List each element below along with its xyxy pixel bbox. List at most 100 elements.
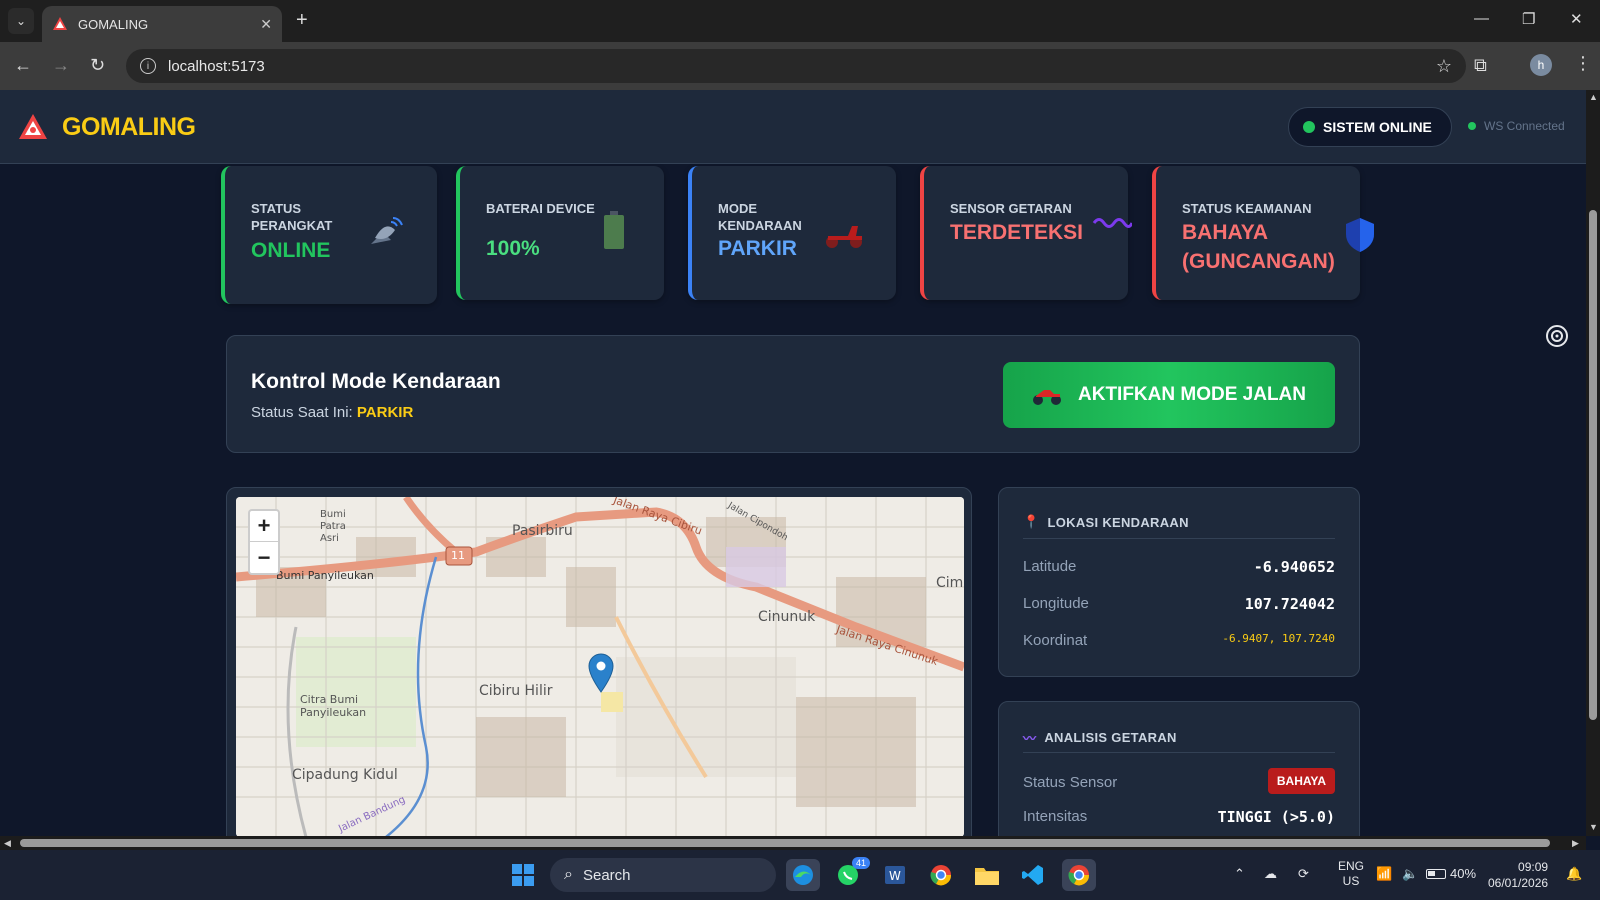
map-label: Bumi Panyileukan: [276, 569, 374, 582]
map-label: 11: [451, 549, 465, 562]
horizontal-scrollbar[interactable]: ◀ ▶: [0, 836, 1586, 850]
edge-icon[interactable]: [786, 859, 820, 891]
wave-icon: [1092, 218, 1132, 228]
intensity-value: TINGGI (>5.0): [1217, 808, 1335, 826]
horizontal-scroll-thumb[interactable]: [20, 839, 1550, 847]
file-explorer-icon[interactable]: [970, 859, 1004, 891]
ws-status: WS Connected: [1468, 119, 1565, 133]
zoom-out-button[interactable]: −: [250, 542, 278, 573]
app-header: GOMALING SISTEM ONLINE WS Connected: [0, 90, 1586, 164]
battery-tray-icon: [1426, 868, 1446, 879]
sensor-status-label: Status Sensor: [1023, 774, 1118, 791]
status-dot-icon: [1303, 121, 1315, 133]
card-vibration-sensor: SENSOR GETARAN TERDETEKSI: [920, 166, 1132, 300]
taskbar-search[interactable]: ⌕ Search: [550, 858, 776, 892]
back-icon[interactable]: ←: [14, 55, 32, 75]
onedrive-icon[interactable]: ☁: [1264, 866, 1277, 882]
card-battery: BATERAI DEVICE 100%: [456, 166, 664, 300]
profile-avatar[interactable]: h: [1530, 54, 1552, 76]
clock[interactable]: 09:09 06/01/2026: [1488, 859, 1548, 891]
ws-status-text: WS Connected: [1484, 119, 1565, 133]
vertical-scroll-thumb[interactable]: [1589, 210, 1597, 720]
clock-time: 09:09: [1518, 860, 1549, 874]
tray-chevron-icon[interactable]: ⌃: [1234, 866, 1245, 882]
vertical-scrollbar[interactable]: ▲ ▼: [1586, 90, 1600, 836]
gomaling-favicon-icon: [53, 17, 67, 30]
scroll-up-icon[interactable]: ▲: [1589, 92, 1598, 102]
map-label: Bumi Patra Asri: [320, 509, 346, 544]
volume-icon[interactable]: 🔈: [1402, 866, 1418, 882]
map-view[interactable]: Bumi Patra Asri Pasirbiru Jalan Raya Cib…: [236, 497, 964, 836]
chrome-icon[interactable]: [924, 859, 958, 891]
windows-start-icon[interactable]: [506, 859, 540, 891]
chrome-profile-icon[interactable]: [1062, 859, 1096, 891]
map-label: Cipadung Kidul: [292, 767, 398, 783]
sync-icon[interactable]: ⟳: [1298, 866, 1309, 882]
scroll-right-icon[interactable]: ▶: [1572, 838, 1579, 849]
activate-drive-mode-button[interactable]: AKTIFKAN MODE JALAN: [1003, 362, 1335, 428]
card-value: 100%: [486, 237, 540, 260]
scooter-icon: [826, 226, 862, 248]
tab-title: GOMALING: [78, 16, 149, 32]
card-value: ONLINE: [251, 239, 331, 262]
longitude-value: 107.724042: [1244, 595, 1335, 613]
satellite-icon: [371, 217, 403, 244]
new-tab-icon[interactable]: +: [296, 10, 308, 30]
tab-close-icon[interactable]: ✕: [260, 16, 272, 33]
zoom-in-button[interactable]: +: [250, 511, 278, 542]
card-value: PARKIR: [718, 237, 797, 260]
coordinate-value: -6.9407, 107.7240: [1222, 632, 1335, 645]
card-vehicle-mode: MODE KENDARAAN PARKIR: [688, 166, 896, 300]
vibration-title: 〰 ANALISIS GETARAN: [1023, 728, 1177, 747]
location-title: 📍 LOKASI KENDARAAN: [1023, 514, 1189, 530]
word-icon[interactable]: W: [878, 859, 912, 891]
vscode-icon[interactable]: [1016, 859, 1050, 891]
card-label: STATUS PERANGKAT: [251, 201, 333, 233]
radar-icon[interactable]: [1544, 323, 1570, 349]
activate-drive-mode-label: AKTIFKAN MODE JALAN: [1078, 384, 1306, 405]
map-label: Pasirbiru: [512, 523, 573, 539]
card-label: BATERAI DEVICE: [486, 201, 595, 216]
coordinate-label: Koordinat: [1023, 632, 1088, 649]
vibration-title-text: ANALISIS GETARAN: [1044, 730, 1177, 745]
divider: [1023, 538, 1335, 539]
latitude-value: -6.940652: [1253, 558, 1335, 576]
minimize-icon[interactable]: —: [1474, 10, 1489, 27]
wifi-icon[interactable]: 📶: [1376, 866, 1392, 882]
divider: [1023, 752, 1335, 753]
site-info-icon[interactable]: i: [140, 58, 156, 74]
scroll-left-icon[interactable]: ◀: [4, 838, 11, 849]
map-label: Cibiru Hilir: [479, 683, 553, 699]
brand-title: GOMALING: [62, 113, 196, 141]
browser-tab[interactable]: GOMALING ✕: [42, 6, 282, 42]
restore-icon[interactable]: ❐: [1522, 10, 1535, 28]
language-indicator[interactable]: ENG US: [1338, 859, 1364, 889]
taskbar-search-label: Search: [582, 866, 631, 884]
close-window-icon[interactable]: ✕: [1570, 10, 1583, 28]
notification-icon[interactable]: 🔔: [1566, 866, 1582, 882]
browser-tabbar: ⌄ GOMALING ✕ + — ❐ ✕: [0, 0, 1600, 42]
browser-menu-icon[interactable]: ⋮: [1574, 53, 1592, 74]
url-text: localhost:5173: [168, 57, 265, 75]
search-icon: ⌕: [564, 866, 573, 883]
map-marker-icon[interactable]: [588, 653, 614, 693]
reload-icon[interactable]: ↻: [90, 55, 105, 75]
region-text: US: [1342, 874, 1360, 888]
card-label: SENSOR GETARAN: [950, 201, 1072, 216]
bookmark-star-icon[interactable]: ☆: [1436, 56, 1452, 77]
extensions-icon[interactable]: ⧉: [1474, 55, 1487, 76]
card-security-status: STATUS KEAMANAN BAHAYA (GUNCANGAN): [1152, 166, 1374, 300]
address-bar[interactable]: i localhost:5173 ☆: [126, 49, 1466, 83]
latitude-label: Latitude: [1023, 558, 1077, 575]
battery-percent: 40%: [1450, 866, 1477, 881]
motorcycle-icon: [1033, 390, 1061, 405]
forward-icon[interactable]: →: [52, 55, 70, 75]
system-status-pill: SISTEM ONLINE: [1288, 107, 1452, 147]
system-status-text: SISTEM ONLINE: [1323, 119, 1432, 135]
card-value: BAHAYA (GUNCANGAN): [1182, 221, 1335, 273]
clock-date: 06/01/2026: [1488, 876, 1549, 890]
battery-status[interactable]: 40%: [1426, 866, 1476, 881]
scroll-down-icon[interactable]: ▼: [1589, 822, 1598, 832]
tab-search-chevron-icon[interactable]: ⌄: [8, 8, 34, 34]
whatsapp-icon[interactable]: 41: [832, 857, 871, 891]
